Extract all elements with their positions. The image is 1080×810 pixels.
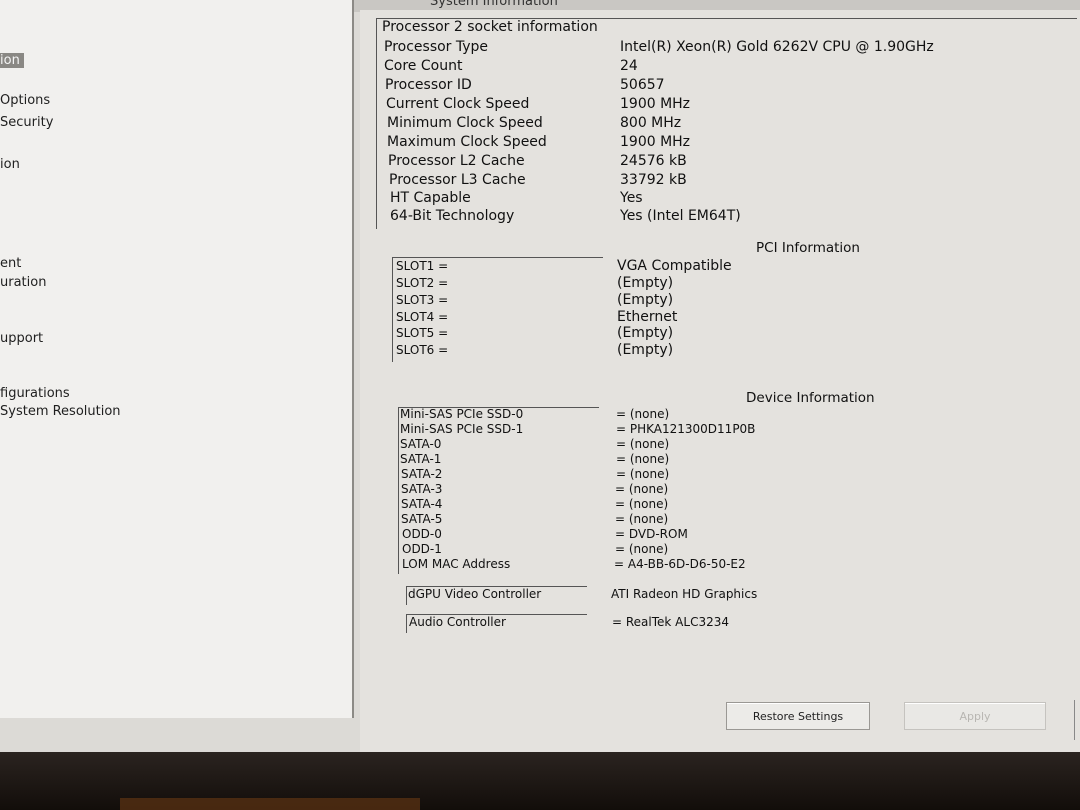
device-row-label: SATA-5: [401, 512, 443, 526]
device-row-value: = DVD-ROM: [615, 527, 688, 541]
sidebar-item[interactable]: Security: [0, 115, 53, 130]
processor-row-label: Maximum Clock Speed: [387, 134, 547, 150]
processor-row-label: Processor L2 Cache: [388, 153, 525, 169]
sidebar-item[interactable]: ion: [0, 53, 24, 68]
processor-row-label: Processor Type: [384, 39, 489, 55]
pci-slot-value: (Empty): [617, 275, 674, 291]
processor-row-value: 33792 kB: [620, 172, 687, 188]
processor-row-value: Intel(R) Xeon(R) Gold 6262V CPU @ 1.90GH…: [620, 39, 934, 55]
restore-settings-button[interactable]: Restore Settings: [726, 702, 870, 730]
pci-slot-value: (Empty): [617, 292, 674, 308]
sidebar-item[interactable]: upport: [0, 331, 43, 346]
device-row-value: = (none): [616, 452, 670, 466]
device-row-value: = A4-BB-6D-D6-50-E2: [614, 557, 746, 571]
device-row-label: ODD-0: [402, 527, 442, 541]
sidebar-item[interactable]: System Resolution: [0, 404, 121, 419]
pci-slot-value: (Empty): [617, 342, 674, 358]
processor-section-title: Processor 2 socket information: [382, 19, 598, 35]
device-row-label: LOM MAC Address: [402, 557, 511, 571]
sidebar-item[interactable]: ion: [0, 157, 20, 172]
device-row-value: = (none): [616, 437, 670, 451]
device-row-label: SATA-3: [401, 482, 443, 496]
device-row-value: = (none): [615, 497, 669, 511]
processor-row-value: Yes: [620, 190, 643, 206]
device-row-value: = PHKA121300D11P0B: [616, 422, 756, 436]
bezel-reflection: [120, 798, 420, 810]
pci-slot-value: (Empty): [617, 325, 674, 341]
pci-slot-label: SLOT6 =: [396, 343, 449, 357]
device-row-label: Mini-SAS PCIe SSD-1: [400, 422, 524, 436]
pci-slot-label: SLOT2 =: [396, 276, 449, 290]
window-title: System Information: [430, 0, 558, 9]
device-row-value: = (none): [615, 542, 669, 556]
apply-button[interactable]: Apply: [904, 702, 1046, 730]
sidebar-item[interactable]: figurations: [0, 386, 70, 401]
processor-row-label: Processor L3 Cache: [389, 172, 526, 188]
device-section-title: Device Information: [746, 390, 875, 406]
device-row-label: SATA-2: [401, 467, 443, 481]
pci-slot-label: SLOT5 =: [396, 326, 449, 340]
pci-slot-value: VGA Compatible: [617, 258, 732, 274]
processor-row-value: 24576 kB: [620, 153, 687, 169]
processor-row-value: 1900 MHz: [620, 96, 691, 112]
pci-slot-label: SLOT3 =: [396, 293, 449, 307]
processor-row-label: 64-Bit Technology: [390, 208, 515, 224]
main-panel: Processor 2 socket information PCI Infor…: [360, 10, 1080, 752]
device-row-value: = (none): [615, 512, 669, 526]
window-edge: [1074, 700, 1080, 740]
device-row-label: SATA-4: [401, 497, 443, 511]
audio-controller-value: = RealTek ALC3234: [612, 615, 729, 629]
processor-row-label: HT Capable: [390, 190, 471, 206]
video-controller-label: dGPU Video Controller: [408, 587, 542, 601]
pci-slot-label: SLOT4 =: [396, 310, 449, 324]
pci-slot-label: SLOT1 =: [396, 259, 449, 273]
device-row-label: ODD-1: [402, 542, 442, 556]
device-row-label: SATA-1: [400, 452, 442, 466]
processor-row-label: Processor ID: [385, 77, 472, 93]
processor-row-value: 50657: [620, 77, 665, 93]
processor-row-value: 800 MHz: [620, 115, 682, 131]
sidebar-item[interactable]: uration: [0, 275, 46, 290]
processor-row-value: Yes (Intel EM64T): [620, 208, 741, 224]
video-controller-value: ATI Radeon HD Graphics: [611, 587, 758, 601]
device-row-label: Mini-SAS PCIe SSD-0: [400, 407, 524, 421]
device-row-label: SATA-0: [400, 437, 442, 451]
sidebar-item[interactable]: Options: [0, 93, 50, 108]
processor-row-label: Current Clock Speed: [386, 96, 530, 112]
processor-row-label: Minimum Clock Speed: [387, 115, 543, 131]
sidebar: ion Options Security ion ent uration upport fig…: [0, 0, 354, 718]
device-row-value: = (none): [616, 407, 670, 421]
processor-row-value: 24: [620, 58, 638, 74]
processor-row-value: 1900 MHz: [620, 134, 691, 150]
pci-section-title: PCI Information: [756, 240, 860, 256]
audio-controller-label: Audio Controller: [409, 615, 506, 629]
device-row-value: = (none): [615, 482, 669, 496]
device-row-value: = (none): [616, 467, 670, 481]
processor-row-label: Core Count: [384, 58, 463, 74]
sidebar-item[interactable]: ent: [0, 256, 21, 271]
